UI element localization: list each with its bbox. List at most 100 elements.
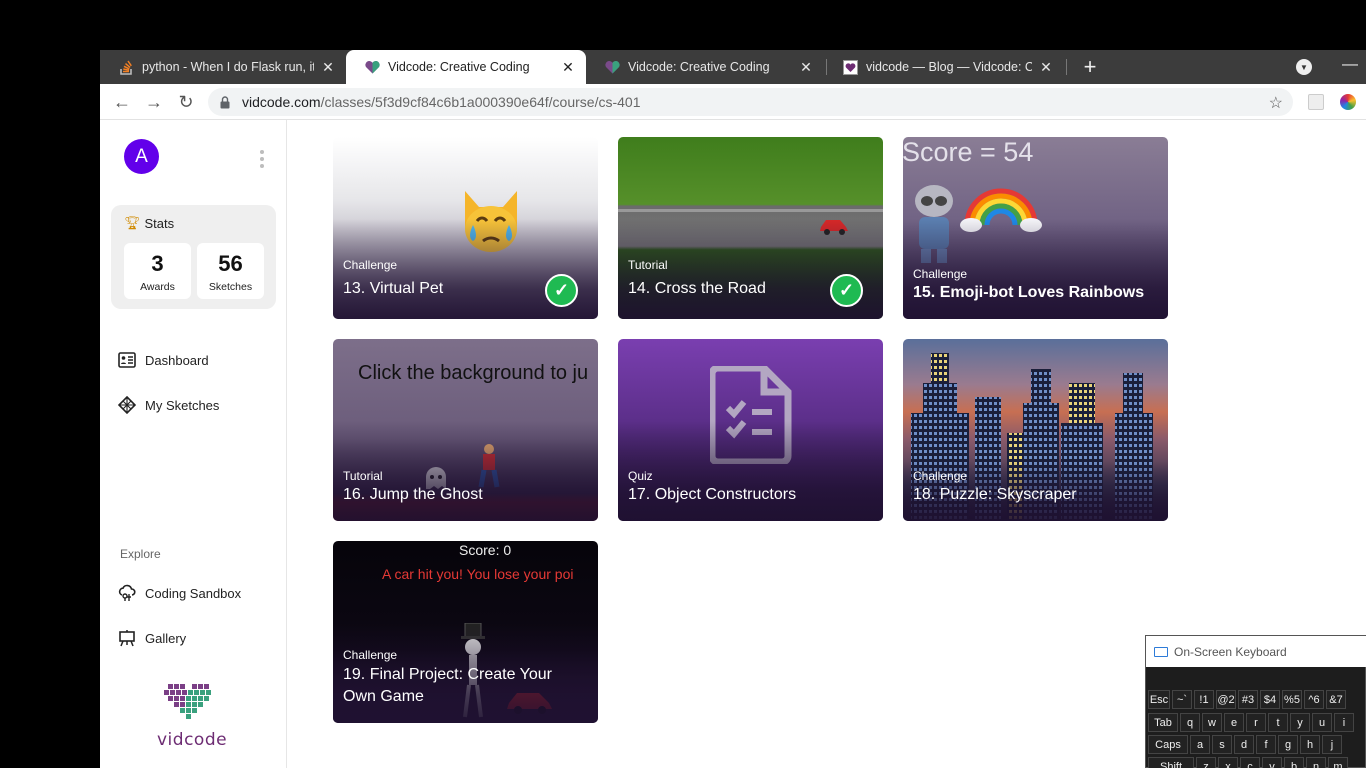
lesson-card-virtual-pet[interactable]: Challenge 13. Virtual Pet ✓ <box>333 137 598 319</box>
osk-key[interactable]: m <box>1328 757 1348 768</box>
sidebar-item-coding-sandbox[interactable]: Coding Sandbox <box>117 582 241 604</box>
address-bar[interactable]: vidcode.com/classes/5f3d9cf84c6b1a000390… <box>208 88 1293 116</box>
sidebar-item-label: Dashboard <box>145 352 209 368</box>
osk-key[interactable]: %5 <box>1282 690 1302 709</box>
card-kind: Tutorial <box>343 469 383 483</box>
osk-key[interactable]: Tab <box>1148 713 1178 732</box>
card-kind: Challenge <box>913 267 968 281</box>
forward-arrow-icon[interactable]: → <box>144 92 164 112</box>
gallery-easel-icon <box>117 628 137 648</box>
osk-key[interactable]: Esc <box>1148 690 1170 709</box>
close-tab-icon[interactable]: ✕ <box>320 59 336 75</box>
lesson-card-emoji-bot[interactable]: Score = 54 Challenge 15. Emoji-bot Loves… <box>903 137 1168 319</box>
instruction-text: Click the background to ju <box>358 362 589 384</box>
osk-key[interactable]: v <box>1262 757 1282 768</box>
vidcode-logo[interactable]: vidcode <box>152 680 232 760</box>
osk-key[interactable]: c <box>1240 757 1260 768</box>
sidebar-item-gallery[interactable]: Gallery <box>117 627 186 649</box>
card-title: 13. Virtual Pet <box>343 280 444 297</box>
osk-key[interactable]: d <box>1234 735 1254 754</box>
sketches-count: 56 <box>218 251 243 276</box>
stackoverflow-icon <box>118 59 134 75</box>
osk-key[interactable]: x <box>1218 757 1238 768</box>
osk-key[interactable]: y <box>1290 713 1310 732</box>
tab-strip: python - When I do Flask run, it s ✕ Vid… <box>100 50 1366 84</box>
tab-title: Vidcode: Creative Coding <box>388 60 530 74</box>
lesson-card-cross-the-road[interactable]: Tutorial 14. Cross the Road ✓ <box>618 137 883 319</box>
osk-key[interactable]: b <box>1284 757 1304 768</box>
osk-key[interactable]: Shift <box>1148 757 1194 768</box>
osk-key[interactable]: @2 <box>1216 690 1236 709</box>
card-title: 19. Final Project: Create Your Own Game <box>343 666 553 705</box>
close-tab-icon[interactable]: ✕ <box>560 59 576 75</box>
osk-key[interactable]: a <box>1190 735 1210 754</box>
osk-key[interactable]: r <box>1246 713 1266 732</box>
tab-stackoverflow[interactable]: python - When I do Flask run, it s ✕ <box>100 50 346 84</box>
color-picker-extension-icon[interactable] <box>1340 94 1356 110</box>
osk-key[interactable]: j <box>1322 735 1342 754</box>
osk-titlebar[interactable]: On-Screen Keyboard <box>1146 636 1366 667</box>
sidebar-item-dashboard[interactable]: Dashboard <box>117 349 209 371</box>
osk-key[interactable]: h <box>1300 735 1320 754</box>
back-arrow-icon[interactable]: ← <box>112 92 132 112</box>
osk-key[interactable]: ^6 <box>1304 690 1324 709</box>
tab-separator <box>1066 59 1067 75</box>
url-text: vidcode.com/classes/5f3d9cf84c6b1a000390… <box>242 94 640 110</box>
sidebar-item-my-sketches[interactable]: My Sketches <box>117 394 219 416</box>
vidcode-heart-icon <box>604 59 620 75</box>
sketches-stat: 56 Sketches <box>197 243 264 299</box>
extension-icon[interactable] <box>1308 94 1324 110</box>
tab-vidcode[interactable]: Vidcode: Creative Coding ✕ <box>586 50 824 84</box>
vidcode-heart-icon <box>364 59 380 75</box>
dashboard-icon <box>117 350 137 370</box>
brand-wordmark: vidcode <box>157 730 228 750</box>
osk-key[interactable]: g <box>1278 735 1298 754</box>
vidcode-blog-icon <box>842 59 858 75</box>
osk-key[interactable]: ~` <box>1172 690 1192 709</box>
awards-stat: 3 Awards <box>124 243 191 299</box>
osk-key[interactable]: #3 <box>1238 690 1258 709</box>
close-tab-icon[interactable]: ✕ <box>798 59 814 75</box>
osk-key[interactable]: t <box>1268 713 1288 732</box>
sketches-label: Sketches <box>208 281 253 293</box>
lesson-card-skyscraper[interactable]: Challenge 18. Puzzle: Skyscraper <box>903 339 1168 521</box>
osk-key[interactable]: s <box>1212 735 1232 754</box>
reload-icon[interactable]: ↻ <box>176 92 196 112</box>
lesson-card-object-constructors[interactable]: Quiz 17. Object Constructors <box>618 339 883 521</box>
osk-key[interactable]: &7 <box>1326 690 1346 709</box>
stats-heading: 🏆︎ Stats <box>124 215 174 231</box>
lock-icon <box>220 95 232 109</box>
osk-key[interactable]: f <box>1256 735 1276 754</box>
bookmark-star-icon[interactable]: ☆ <box>1269 93 1283 113</box>
close-tab-icon[interactable]: ✕ <box>1038 59 1054 75</box>
osk-key[interactable]: $4 <box>1260 690 1280 709</box>
sidebar-item-label: Gallery <box>145 630 187 646</box>
osk-key[interactable]: u <box>1312 713 1332 732</box>
osk-key[interactable]: !1 <box>1194 690 1214 709</box>
osk-key[interactable]: Caps <box>1148 735 1188 754</box>
tab-search-icon[interactable]: ▼ <box>1296 59 1312 75</box>
tab-title: python - When I do Flask run, it s <box>142 60 314 74</box>
tab-vidcode-blog[interactable]: vidcode — Blog — Vidcode: Cod ✕ <box>824 50 1064 84</box>
osk-key[interactable]: z <box>1196 757 1216 768</box>
game-message-text: A car hit you! You lose your poi <box>382 566 574 582</box>
lesson-card-jump-the-ghost[interactable]: Click the background to ju Tutorial 16. … <box>333 339 598 521</box>
tab-vidcode-active[interactable]: Vidcode: Creative Coding ✕ <box>346 50 586 84</box>
card-kind: Challenge <box>913 469 968 483</box>
avatar[interactable]: A <box>124 139 159 174</box>
keyboard-icon <box>1154 646 1168 657</box>
more-options-icon[interactable] <box>258 150 266 168</box>
card-title: 16. Jump the Ghost <box>343 486 483 503</box>
osk-key[interactable]: w <box>1202 713 1222 732</box>
trophy-icon: 🏆︎ <box>124 215 141 230</box>
card-shade <box>618 421 883 521</box>
osk-key[interactable]: i <box>1334 713 1354 732</box>
minimize-icon[interactable]: — <box>1342 56 1358 76</box>
lesson-card-final-project[interactable]: Score: 0 A car hit you! You lose your po… <box>333 541 598 723</box>
card-kind: Quiz <box>628 469 653 483</box>
osk-key[interactable]: n <box>1306 757 1326 768</box>
osk-key[interactable]: q <box>1180 713 1200 732</box>
new-tab-button[interactable]: + <box>1078 54 1102 79</box>
explore-heading: Explore <box>120 547 161 561</box>
osk-key[interactable]: e <box>1224 713 1244 732</box>
